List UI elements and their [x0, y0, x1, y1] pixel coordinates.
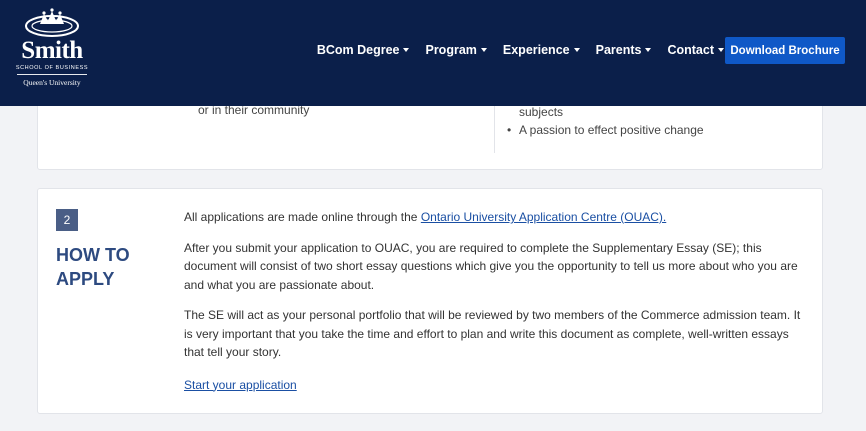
download-brochure-button[interactable]: Download Brochure	[725, 37, 845, 64]
logo-wordmark: Smith	[21, 37, 83, 64]
logo-university-text: Queen's University	[23, 78, 81, 87]
paragraph-supplementary-essay: After you submit your application to OUA…	[184, 240, 798, 292]
nav-bcom-degree[interactable]: BCom Degree	[317, 43, 410, 57]
qualities-list: subjects A passion to effect positive ch…	[507, 103, 704, 139]
logo-divider	[17, 74, 87, 75]
nav-contact[interactable]: Contact	[667, 43, 724, 57]
nav-experience[interactable]: Experience	[503, 43, 580, 57]
main-nav: BCom Degree Program Experience Parents C…	[301, 36, 724, 64]
chevron-down-icon	[645, 48, 652, 52]
paragraph-text: All applications are made online through…	[184, 210, 421, 224]
section-body: All applications are made online through…	[184, 208, 809, 394]
nav-label: Experience	[502, 43, 570, 57]
chevron-down-icon	[573, 48, 580, 52]
chevron-down-icon	[718, 48, 724, 52]
nav-label: Parents	[595, 43, 642, 57]
nav-label: BCom Degree	[316, 43, 400, 57]
list-item: A passion to effect positive change	[507, 121, 704, 139]
crown-icon	[25, 8, 79, 37]
paragraph-ouac: All applications are made online through…	[184, 208, 809, 227]
paragraph-portfolio: The SE will act as your personal portfol…	[184, 308, 801, 359]
how-to-apply-card: 2 HOW TO APPLY All applications are made…	[37, 188, 823, 414]
smith-logo[interactable]: Smith SCHOOL OF BUSINESS Queen's Univers…	[12, 8, 92, 96]
logo-school-text: SCHOOL OF BUSINESS	[15, 65, 89, 71]
start-application-link[interactable]: Start your application	[184, 376, 297, 395]
chevron-down-icon	[480, 48, 487, 52]
section-title: HOW TO APPLY	[56, 245, 130, 289]
nav-label: Contact	[667, 43, 714, 57]
chevron-down-icon	[403, 48, 410, 52]
nav-program[interactable]: Program	[425, 43, 487, 57]
nav-label: Program	[425, 43, 477, 57]
nav-parents[interactable]: Parents	[596, 43, 652, 57]
ouac-link[interactable]: Ontario University Application Centre (O…	[421, 210, 666, 224]
step-number-badge: 2	[56, 209, 78, 231]
site-header: Smith SCHOOL OF BUSINESS Queen's Univers…	[0, 0, 866, 106]
